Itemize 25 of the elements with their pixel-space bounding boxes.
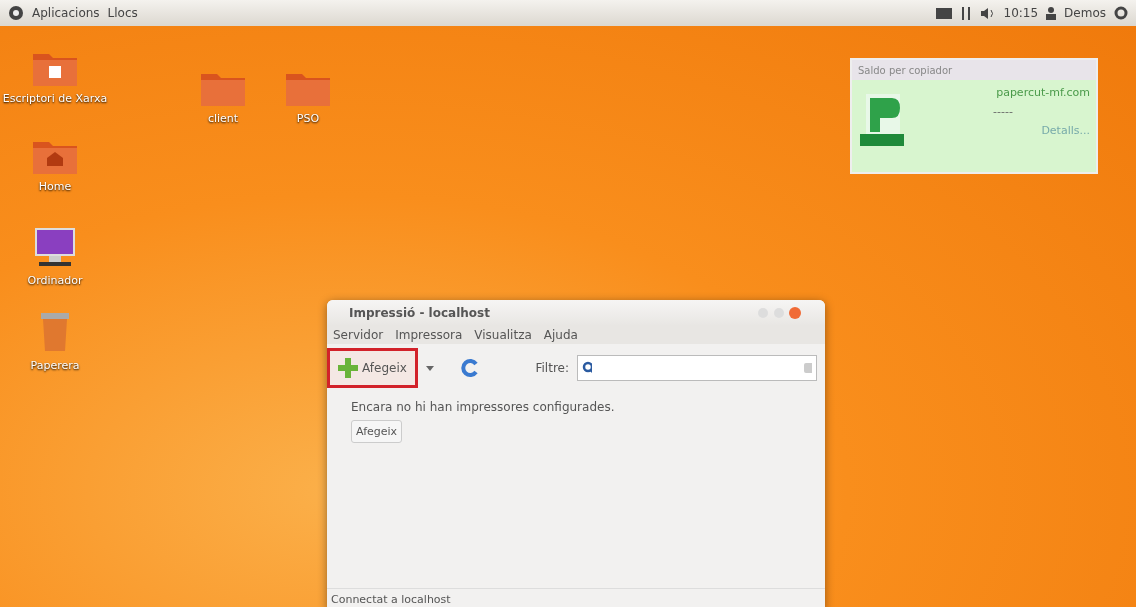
status-bar: Connectat a localhost xyxy=(327,588,825,607)
menu-item[interactable]: Visualitza xyxy=(474,328,532,342)
menu-item[interactable]: Servidor xyxy=(333,328,384,342)
window-title: Impressió - localhost xyxy=(349,306,490,320)
empty-message: Encara no hi han impressores configurades. xyxy=(351,400,615,414)
add-button[interactable]: Afegeix xyxy=(327,348,418,388)
add-printer-button[interactable]: Afegeix xyxy=(351,420,403,443)
panel-menu[interactable]: Aplicacions xyxy=(32,6,100,20)
filter-label: Filtre: xyxy=(535,361,569,375)
plus-icon xyxy=(338,358,358,378)
search-icon xyxy=(582,361,592,375)
speaker-icon[interactable] xyxy=(979,6,996,20)
user-icon xyxy=(1046,6,1057,20)
filter-field[interactable] xyxy=(577,355,817,381)
panel-menu[interactable]: Llocs xyxy=(107,6,138,20)
user-name[interactable]: Demos xyxy=(1064,6,1106,20)
balance-value: ----- xyxy=(993,105,1013,118)
clock[interactable]: 10:15 xyxy=(1003,6,1039,20)
refresh-icon[interactable] xyxy=(459,358,480,378)
window-controls-icon[interactable] xyxy=(757,306,803,320)
popup-title: Saldo per copiador xyxy=(858,64,953,76)
menu-item[interactable]: Impressora xyxy=(395,328,463,342)
menu-item[interactable]: Ajuda xyxy=(543,328,578,342)
server-name: papercut-mf.com xyxy=(996,86,1090,99)
caret-icon[interactable] xyxy=(425,365,434,371)
